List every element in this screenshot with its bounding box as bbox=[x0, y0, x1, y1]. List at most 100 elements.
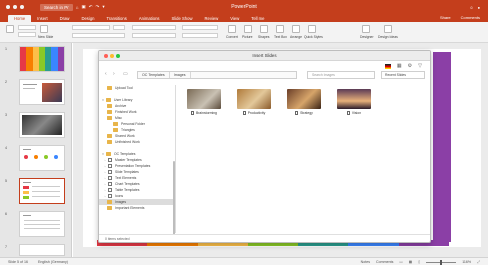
folder-item[interactable]: Important Elements bbox=[99, 205, 175, 211]
slide-thumbnail-5[interactable] bbox=[19, 178, 65, 204]
dialog-minimize-icon[interactable] bbox=[110, 54, 114, 58]
slide-thumbnail-2[interactable] bbox=[19, 79, 65, 105]
share-button[interactable]: Share bbox=[440, 15, 451, 20]
folder-item[interactable]: Unfinished Work bbox=[99, 139, 175, 145]
settings-icon[interactable]: ⚙ bbox=[408, 63, 412, 69]
forward-icon[interactable]: › bbox=[113, 71, 115, 77]
dialog-toolbar: ‹ › ▭ OC Templates Images Search Images … bbox=[99, 71, 430, 81]
notes-button[interactable]: Notes bbox=[361, 260, 370, 264]
filter-icon[interactable]: ▽ bbox=[418, 63, 422, 69]
chevron-down-icon[interactable]: ▾ bbox=[101, 98, 105, 102]
tab-animations[interactable]: Animations bbox=[133, 15, 166, 22]
tab-slide-show[interactable]: Slide Show bbox=[166, 15, 199, 22]
chevron-down-icon[interactable]: ▾ bbox=[101, 152, 105, 156]
template-icon bbox=[108, 164, 112, 168]
slide-thumbnail-6[interactable] bbox=[19, 211, 65, 237]
status-right: Notes Comments ▭ ▦ ▯ 116% ⤢ bbox=[361, 259, 480, 265]
designer-group: Designer Design Ideas bbox=[360, 24, 422, 41]
dialog-status: 0 items selected bbox=[99, 234, 430, 242]
dialog-zoom-icon[interactable] bbox=[116, 54, 120, 58]
home-folder-icon[interactable]: ▭ bbox=[123, 71, 128, 77]
breadcrumb-item[interactable]: OC Templates bbox=[138, 72, 170, 78]
search-input[interactable]: Search Images bbox=[307, 71, 375, 79]
slide-thumbnail-1[interactable] bbox=[19, 46, 65, 72]
alignment-buttons[interactable] bbox=[132, 33, 176, 38]
image-file-item[interactable]: Vision bbox=[335, 89, 373, 115]
font-size-select[interactable] bbox=[113, 25, 125, 30]
language-indicator[interactable]: English (Germany) bbox=[38, 260, 68, 264]
comments-button[interactable]: Comments bbox=[461, 15, 480, 20]
font-name-select[interactable] bbox=[72, 25, 110, 30]
indent-buttons[interactable] bbox=[182, 25, 218, 30]
ribbon-tabs: Home Insert Draw Design Transitions Anim… bbox=[0, 14, 488, 22]
copy-button[interactable] bbox=[18, 32, 36, 37]
quick-styles-icon[interactable] bbox=[308, 25, 316, 33]
reading-view-icon[interactable]: ▯ bbox=[418, 260, 420, 264]
tab-review[interactable]: Review bbox=[198, 15, 224, 22]
breadcrumb-item[interactable]: Images bbox=[170, 72, 191, 78]
picture-icon[interactable] bbox=[244, 25, 252, 33]
folder-item[interactable]: Upload Tool bbox=[99, 85, 175, 91]
tab-insert[interactable]: Insert bbox=[31, 15, 53, 22]
language-flag-icon[interactable] bbox=[384, 63, 391, 69]
tab-home[interactable]: Home bbox=[8, 15, 32, 22]
slide-purple-bar bbox=[433, 52, 451, 242]
grid-view-icon[interactable]: ▦ bbox=[397, 63, 402, 69]
tab-tell-me[interactable]: Tell me bbox=[245, 15, 270, 22]
zoom-level[interactable]: 116% bbox=[462, 260, 471, 264]
view-select[interactable]: Recent Slides bbox=[381, 71, 425, 79]
list-buttons[interactable] bbox=[132, 25, 176, 30]
font-format-buttons[interactable] bbox=[72, 33, 125, 38]
folder-tree-scrollbar[interactable] bbox=[173, 161, 175, 235]
zoom-slider[interactable] bbox=[426, 259, 457, 265]
template-icon bbox=[108, 194, 112, 198]
image-file-item[interactable]: Productivity bbox=[235, 89, 273, 115]
design-ideas-icon[interactable] bbox=[384, 25, 392, 33]
folder-icon bbox=[106, 98, 111, 102]
template-icon bbox=[108, 170, 112, 174]
convert-icon[interactable] bbox=[228, 25, 236, 33]
fit-slide-icon[interactable]: ⤢ bbox=[477, 260, 480, 264]
chevron-right-icon[interactable]: › bbox=[103, 164, 107, 168]
slide-thumbnail-panel[interactable]: 1 2 3 4 5 6 7 bbox=[0, 43, 72, 257]
cut-button[interactable] bbox=[18, 25, 36, 30]
file-name: Brainstorming bbox=[196, 111, 217, 115]
chevron-right-icon[interactable]: › bbox=[103, 176, 107, 180]
shapes-icon[interactable] bbox=[260, 25, 268, 33]
spacing-buttons[interactable] bbox=[182, 33, 218, 38]
chevron-right-icon[interactable]: › bbox=[103, 170, 107, 174]
comments-status-button[interactable]: Comments bbox=[376, 260, 393, 264]
new-slide-icon[interactable] bbox=[40, 25, 48, 33]
dialog-close-icon[interactable] bbox=[104, 54, 108, 58]
smiley-icon[interactable]: ☺ bbox=[469, 5, 473, 10]
folder-icon bbox=[107, 134, 112, 138]
chevron-right-icon[interactable]: › bbox=[103, 182, 107, 186]
chevron-right-icon[interactable]: › bbox=[103, 188, 107, 192]
arrange-icon[interactable] bbox=[292, 25, 300, 33]
folder-label: User Library bbox=[114, 98, 133, 102]
image-file-item[interactable]: Brainstorming bbox=[185, 89, 223, 115]
back-icon[interactable]: ‹ bbox=[105, 71, 107, 77]
tab-view[interactable]: View bbox=[224, 15, 245, 22]
tab-draw[interactable]: Draw bbox=[54, 15, 76, 22]
slide-thumbnail-3[interactable] bbox=[19, 112, 65, 138]
designer-icon[interactable] bbox=[362, 25, 370, 33]
text-box-icon[interactable] bbox=[276, 25, 284, 33]
tab-design[interactable]: Design bbox=[75, 15, 100, 22]
normal-view-icon[interactable]: ▭ bbox=[399, 260, 402, 264]
zoom-slider-knob[interactable] bbox=[440, 259, 443, 265]
paste-icon[interactable] bbox=[6, 25, 14, 33]
slide-thumbnail-7[interactable] bbox=[19, 244, 65, 256]
text-box-label: Text Box bbox=[274, 35, 288, 39]
image-file-item[interactable]: Strategy bbox=[285, 89, 323, 115]
chevron-right-icon[interactable]: › bbox=[103, 194, 107, 198]
design-ideas-label: Design Ideas bbox=[378, 35, 398, 39]
image-file-icon bbox=[346, 111, 350, 115]
account-icon[interactable]: ● bbox=[478, 5, 480, 10]
chevron-right-icon[interactable]: › bbox=[103, 158, 107, 162]
tab-transitions[interactable]: Transitions bbox=[100, 15, 132, 22]
slide-counter: Slide 5 of 16 bbox=[8, 260, 28, 264]
slide-thumbnail-4[interactable] bbox=[19, 145, 65, 171]
file-name: Strategy bbox=[300, 111, 313, 115]
sorter-view-icon[interactable]: ▦ bbox=[409, 260, 412, 264]
